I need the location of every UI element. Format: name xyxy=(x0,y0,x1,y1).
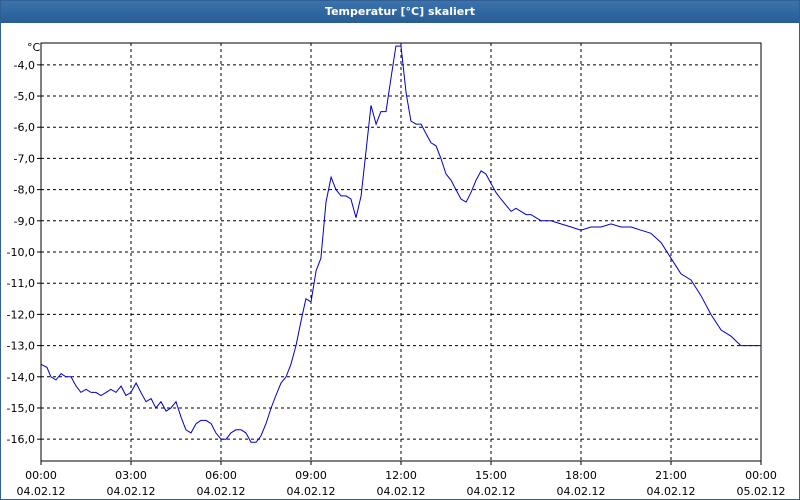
x-tick-date-label: 05.02.12 xyxy=(737,485,786,498)
y-tick-label: -5,0 xyxy=(14,90,35,103)
chart-window: Temperatur [°C] skaliert °C -4,0 -5,0 -6,0… xyxy=(0,0,800,500)
y-tick-label: -7,0 xyxy=(14,152,35,165)
y-tick-label: -11,0 xyxy=(7,277,35,290)
x-tick-time-label: 00:00 xyxy=(745,469,777,482)
x-tick-time-label: 03:00 xyxy=(115,469,147,482)
x-tick-time-label: 06:00 xyxy=(205,469,237,482)
y-tick-label: -14,0 xyxy=(7,371,35,384)
y-tick-label: -16,0 xyxy=(7,433,35,446)
y-tick-label: -13,0 xyxy=(7,340,35,353)
y-tick-label: -10,0 xyxy=(7,246,35,259)
x-tick-date-label: 04.02.12 xyxy=(467,485,516,498)
x-tick-time-label: 00:00 xyxy=(25,469,57,482)
x-tick-date-label: 04.02.12 xyxy=(197,485,246,498)
x-tick-date-label: 04.02.12 xyxy=(377,485,426,498)
temperature-chart: °C -4,0 -5,0 -6,0 -7,0 -8,0 -9,0 -10,0 -11,0 -12… xyxy=(7,41,786,498)
x-tick-time-label: 18:00 xyxy=(565,469,597,482)
x-tick-time-label: 21:00 xyxy=(655,469,687,482)
y-tick-label: -8,0 xyxy=(14,184,35,197)
window-title: Temperatur [°C] skaliert xyxy=(1,1,799,23)
x-tick-date-label: 04.02.12 xyxy=(107,485,156,498)
x-tick-time-label: 09:00 xyxy=(295,469,327,482)
y-tick-label: -6,0 xyxy=(14,121,35,134)
x-tick-labels: 00:00 04.02.12 03:00 04.02.12 06:00 04.02.12 0… xyxy=(17,469,786,498)
x-tick-date-label: 04.02.12 xyxy=(17,485,66,498)
y-tick-label: -4,0 xyxy=(14,59,35,72)
x-tick-time-label: 15:00 xyxy=(475,469,507,482)
y-tick-label: -9,0 xyxy=(14,215,35,228)
y-tick-label: -12,0 xyxy=(7,308,35,321)
y-axis-label: °C xyxy=(27,41,41,54)
y-tick-labels: -4,0 -5,0 -6,0 -7,0 -8,0 -9,0 -10,0 -11,0 -12,0 -… xyxy=(7,59,35,446)
x-tick-date-label: 04.02.12 xyxy=(557,485,606,498)
x-tick-time-label: 12:00 xyxy=(385,469,417,482)
x-tick-date-label: 04.02.12 xyxy=(647,485,696,498)
x-tick-date-label: 04.02.12 xyxy=(287,485,336,498)
y-tick-label: -15,0 xyxy=(7,402,35,415)
